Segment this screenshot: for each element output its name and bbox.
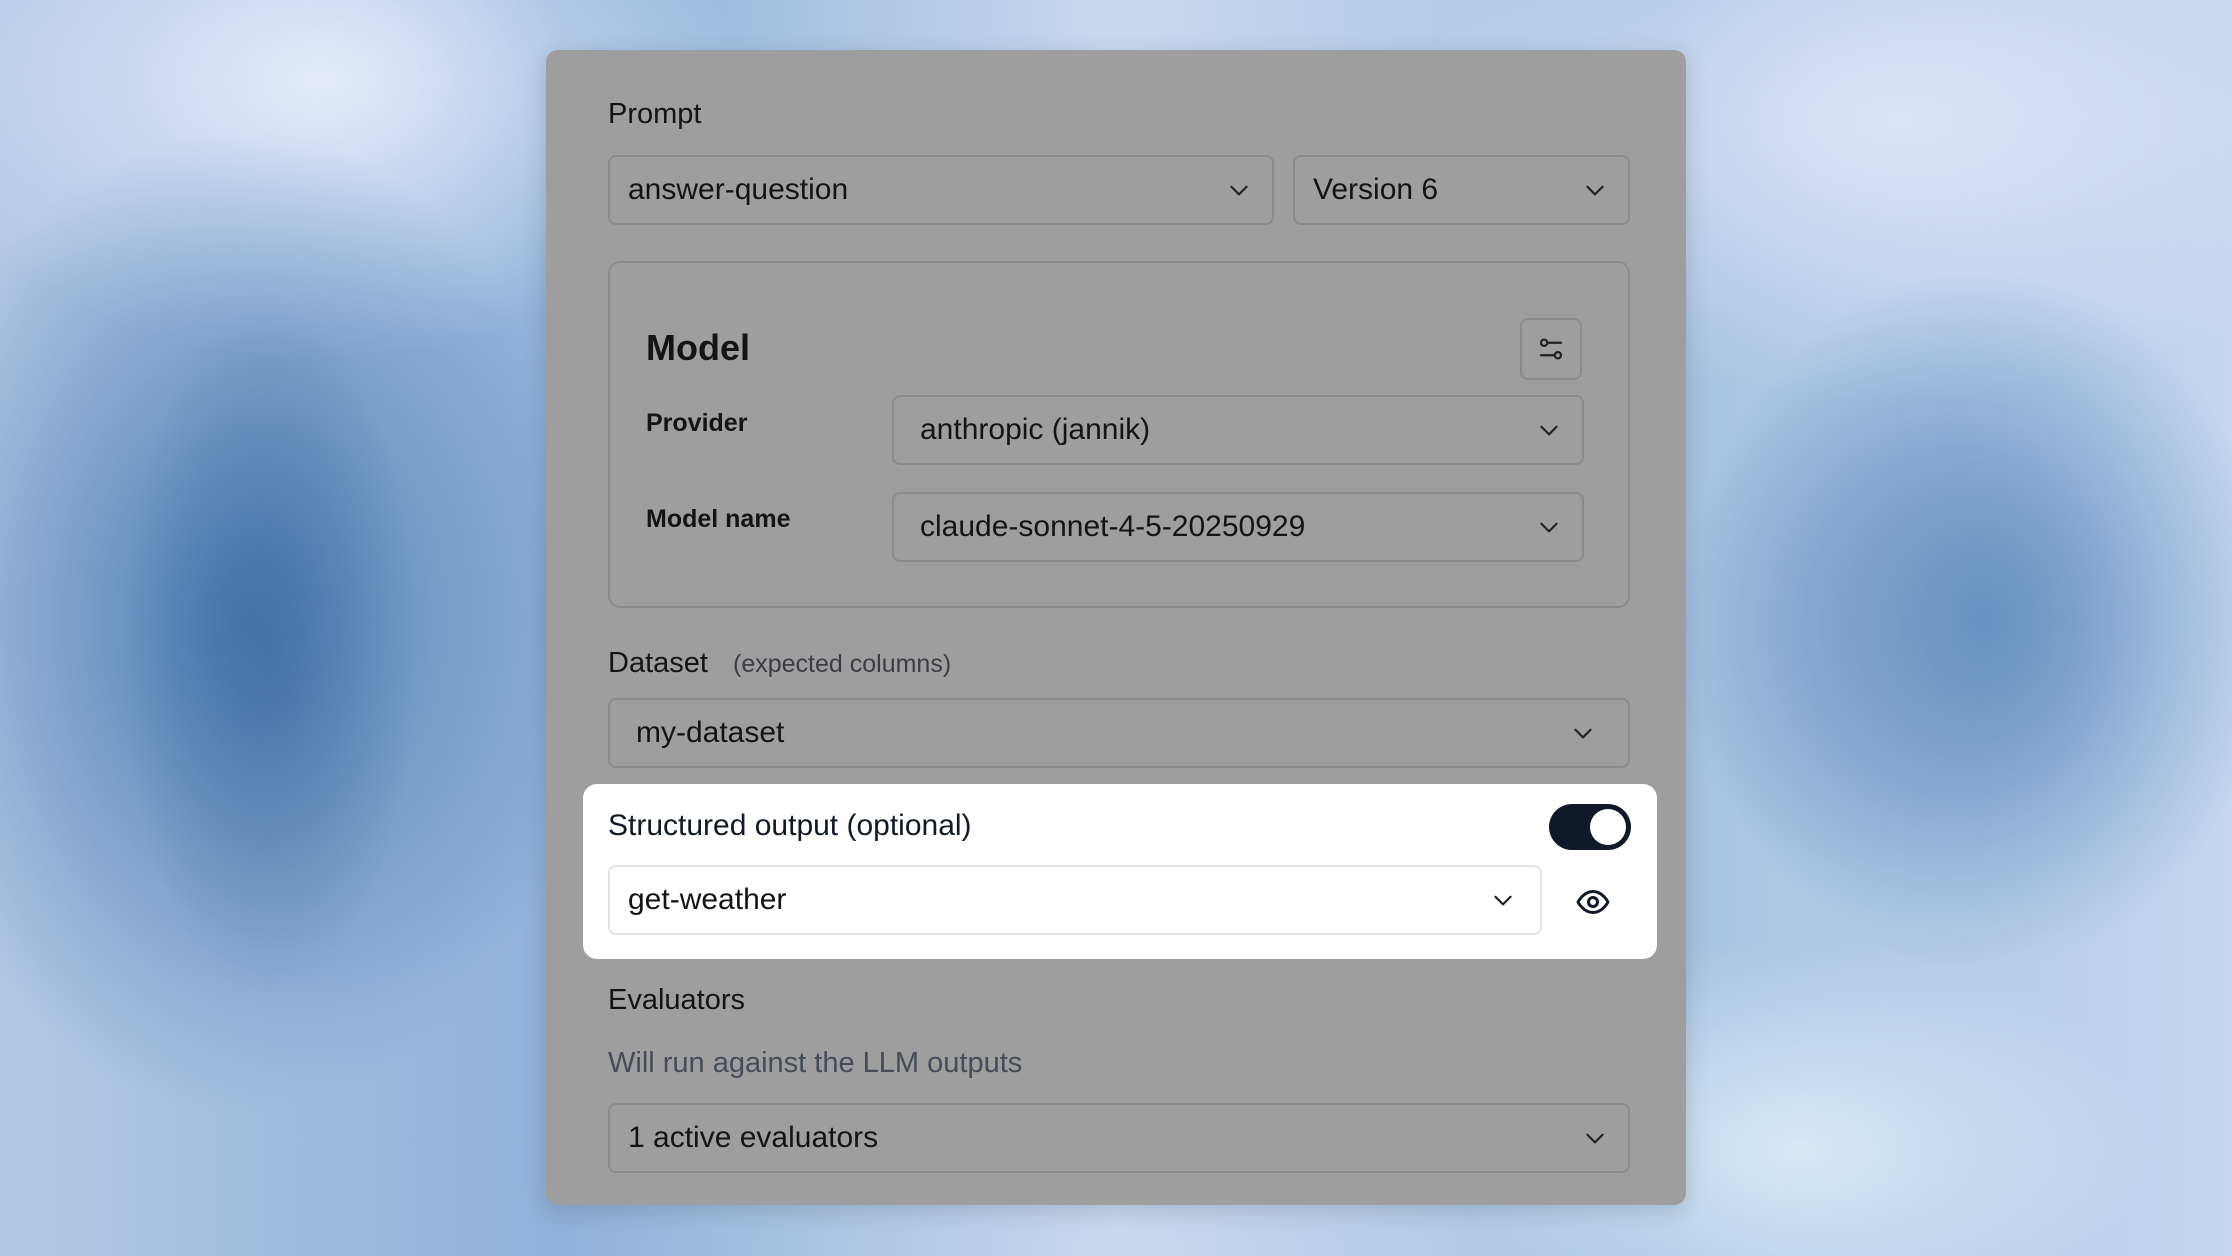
prompt-select[interactable]: answer-question bbox=[608, 155, 1274, 225]
chevron-down-icon bbox=[1536, 417, 1562, 443]
eye-icon bbox=[1575, 884, 1611, 920]
chevron-down-icon bbox=[1582, 177, 1608, 203]
model-settings-button[interactable] bbox=[1520, 318, 1582, 380]
prompt-label: Prompt bbox=[608, 98, 702, 130]
prompt-version-value: Version 6 bbox=[1313, 173, 1439, 206]
dataset-hint: (expected columns) bbox=[733, 650, 952, 678]
provider-label: Provider bbox=[646, 409, 748, 437]
background-blur-shape bbox=[120, 300, 420, 1000]
model-name-label: Model name bbox=[646, 505, 791, 533]
structured-output-toggle[interactable] bbox=[1549, 804, 1631, 850]
provider-select-value: anthropic (jannik) bbox=[920, 413, 1151, 446]
dataset-label: Dataset bbox=[608, 647, 708, 679]
model-card: Model Provider anthropic (jannik) Model … bbox=[608, 261, 1630, 608]
provider-select[interactable]: anthropic (jannik) bbox=[892, 395, 1584, 465]
chevron-down-icon bbox=[1226, 177, 1252, 203]
chevron-down-icon bbox=[1536, 514, 1562, 540]
model-name-select[interactable]: claude-sonnet-4-5-20250929 bbox=[892, 492, 1584, 562]
model-title: Model bbox=[646, 327, 750, 368]
dataset-select[interactable]: my-dataset bbox=[608, 698, 1630, 768]
structured-output-select[interactable]: get-weather bbox=[608, 865, 1542, 935]
toggle-knob bbox=[1590, 809, 1626, 845]
evaluators-description: Will run against the LLM outputs bbox=[608, 1047, 1023, 1079]
experiment-config-panel: Prompt answer-question Version 6 Model P… bbox=[546, 50, 1686, 1205]
chevron-down-icon bbox=[1570, 720, 1596, 746]
evaluators-select-value: 1 active evaluators bbox=[628, 1121, 879, 1154]
chevron-down-icon bbox=[1582, 1125, 1608, 1151]
structured-output-card: Structured output (optional) get-weather bbox=[583, 784, 1657, 959]
prompt-select-value: answer-question bbox=[628, 173, 849, 206]
dataset-select-value: my-dataset bbox=[636, 716, 785, 749]
evaluators-select[interactable]: 1 active evaluators bbox=[608, 1103, 1630, 1173]
background-blur-shape bbox=[1650, 380, 2150, 880]
structured-output-label: Structured output (optional) bbox=[608, 809, 972, 842]
preview-schema-button[interactable] bbox=[1573, 882, 1613, 922]
sliders-icon bbox=[1536, 334, 1566, 364]
prompt-version-select[interactable]: Version 6 bbox=[1293, 155, 1630, 225]
chevron-down-icon bbox=[1490, 887, 1516, 913]
structured-output-select-value: get-weather bbox=[628, 883, 787, 916]
model-name-select-value: claude-sonnet-4-5-20250929 bbox=[920, 510, 1306, 543]
evaluators-label: Evaluators bbox=[608, 984, 746, 1016]
